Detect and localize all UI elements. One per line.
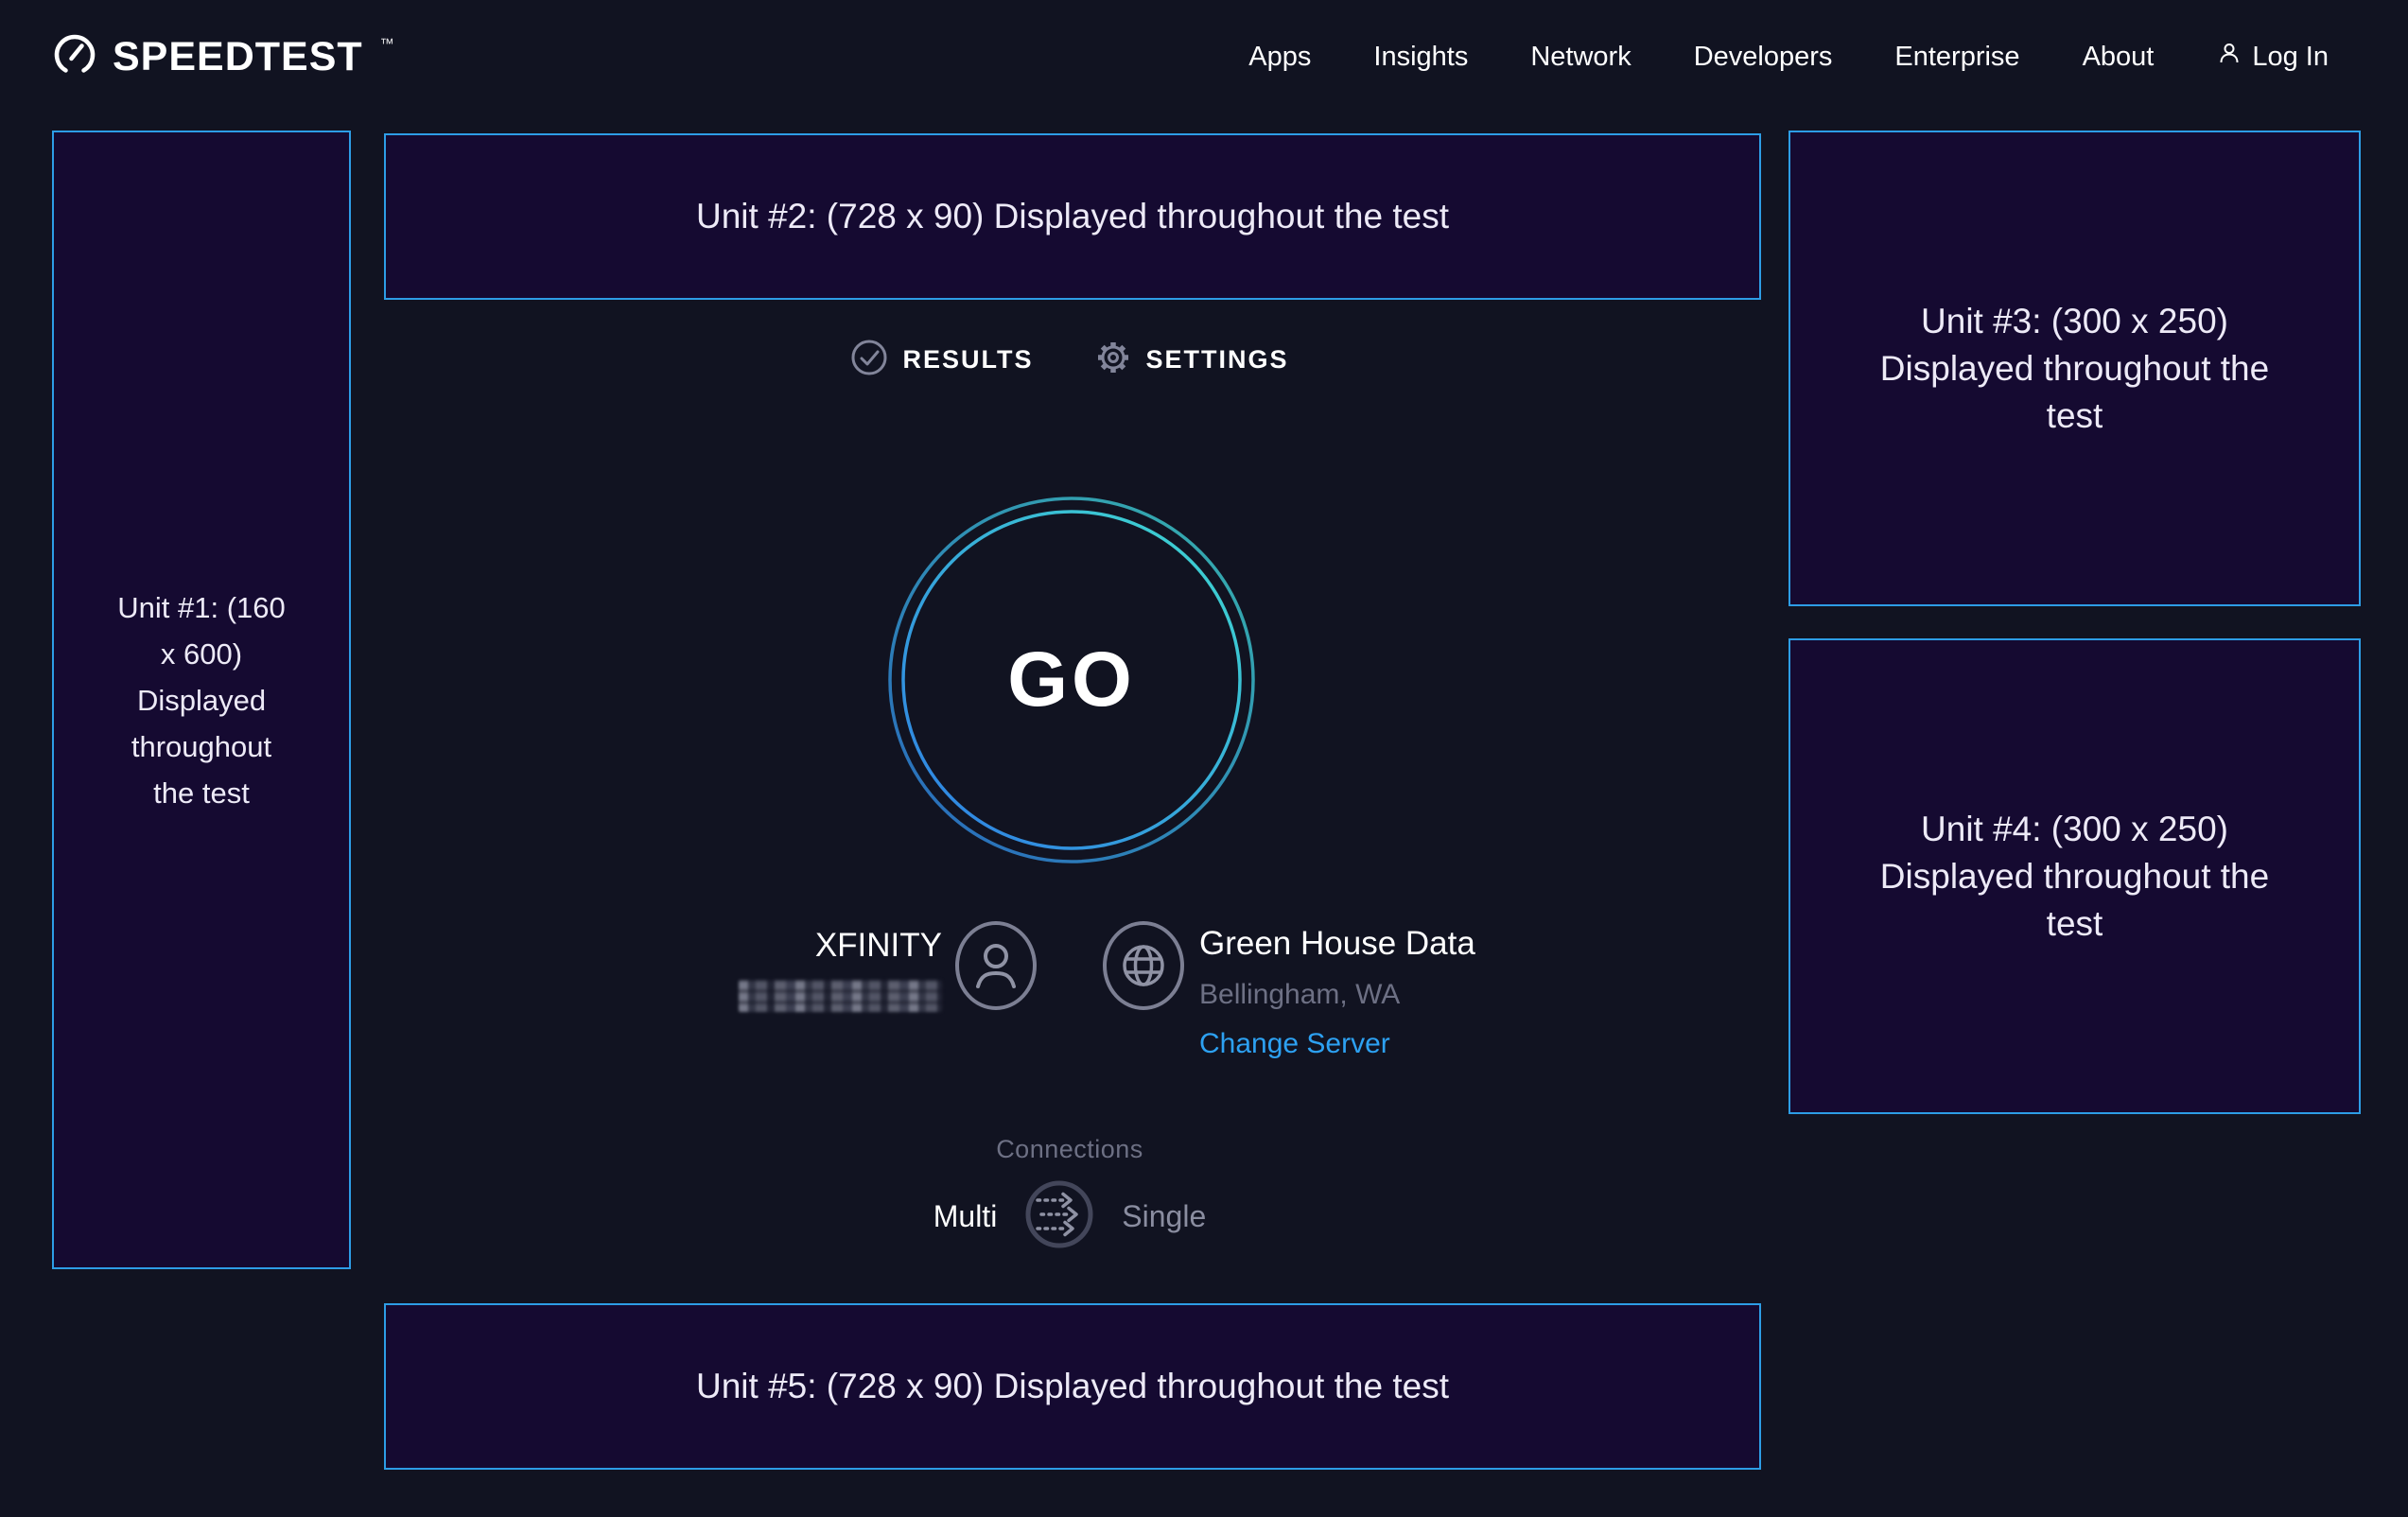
connection-info-row: XFINITY Green House Data Bellingham, WA … <box>351 906 1789 1114</box>
server-block: Green House Data Bellingham, WA Change S… <box>1199 925 1475 1061</box>
server-location: Bellingham, WA <box>1199 978 1475 1012</box>
top-nav-bar: SPEEDTEST ™ Apps Insights Network Develo… <box>0 0 2408 113</box>
connections-single-option[interactable]: Single <box>1122 1199 1206 1234</box>
brand-trademark: ™ <box>380 36 394 52</box>
multi-connection-toggle-icon[interactable] <box>1023 1178 1095 1255</box>
ad-unit-3-rectangle[interactable]: Unit #3: (300 x 250) Displayed throughou… <box>1789 131 2361 606</box>
nav-item-developers[interactable]: Developers <box>1694 42 1833 73</box>
ad-unit-4-label: Unit #4: (300 x 250) Displayed throughou… <box>1872 806 2278 948</box>
ad-unit-5-leaderboard[interactable]: Unit #5: (728 x 90) Displayed throughout… <box>384 1303 1761 1470</box>
isp-name: XFINITY <box>351 927 942 965</box>
ad-unit-5-label: Unit #5: (728 x 90) Displayed throughout… <box>696 1363 1449 1410</box>
tab-results[interactable]: RESULTS <box>850 339 1033 381</box>
isp-block: XFINITY <box>351 927 942 1012</box>
ad-unit-2-leaderboard[interactable]: Unit #2: (728 x 90) Displayed throughout… <box>384 133 1761 300</box>
tab-settings[interactable]: SETTINGS <box>1094 339 1289 381</box>
login-button[interactable]: Log In <box>2216 40 2329 74</box>
connections-multi-option[interactable]: Multi <box>934 1199 998 1234</box>
ad-unit-1-label: Unit #1: (160 x 600) Displayed throughou… <box>112 584 291 816</box>
tab-settings-label: SETTINGS <box>1146 345 1289 375</box>
connections-toggle-row: Multi Single <box>351 1178 1789 1255</box>
change-server-link[interactable]: Change Server <box>1199 1027 1475 1061</box>
connections-section: Connections Multi Single <box>351 1135 1789 1255</box>
connections-title: Connections <box>351 1135 1789 1163</box>
gear-icon <box>1094 339 1132 381</box>
nav-item-enterprise[interactable]: Enterprise <box>1894 42 2019 73</box>
ad-unit-2-label: Unit #2: (728 x 90) Displayed throughout… <box>696 193 1449 240</box>
ad-unit-4-rectangle[interactable]: Unit #4: (300 x 250) Displayed throughou… <box>1789 638 2361 1114</box>
check-circle-icon <box>850 339 888 381</box>
speedtest-logo[interactable]: SPEEDTEST ™ <box>52 0 393 113</box>
login-label: Log In <box>2252 42 2329 73</box>
server-name: Green House Data <box>1199 925 1475 963</box>
brand-name: SPEEDTEST <box>113 34 363 80</box>
go-button-label: GO <box>886 495 1257 865</box>
server-globe-icon <box>1101 919 1186 1017</box>
nav-item-about[interactable]: About <box>2083 42 2155 73</box>
go-button[interactable]: GO <box>886 495 1257 865</box>
user-icon <box>2216 40 2242 74</box>
ad-unit-1-skyscraper[interactable]: Unit #1: (160 x 600) Displayed throughou… <box>52 131 351 1269</box>
gauge-logo-icon <box>52 32 97 82</box>
isp-person-icon <box>953 919 1038 1017</box>
tab-results-label: RESULTS <box>902 345 1033 375</box>
main-nav: Apps Insights Network Developers Enterpr… <box>1248 0 2329 113</box>
ip-address-redacted <box>739 980 942 1012</box>
ad-unit-3-label: Unit #3: (300 x 250) Displayed throughou… <box>1872 298 2278 440</box>
nav-item-apps[interactable]: Apps <box>1248 42 1311 73</box>
speedtest-page: { "colors": { "page_bg": "#111321", "ad_… <box>0 0 2408 1517</box>
results-settings-tabs: RESULTS SETTINGS <box>351 339 1789 381</box>
nav-item-insights[interactable]: Insights <box>1373 42 1468 73</box>
nav-item-network[interactable]: Network <box>1530 42 1631 73</box>
